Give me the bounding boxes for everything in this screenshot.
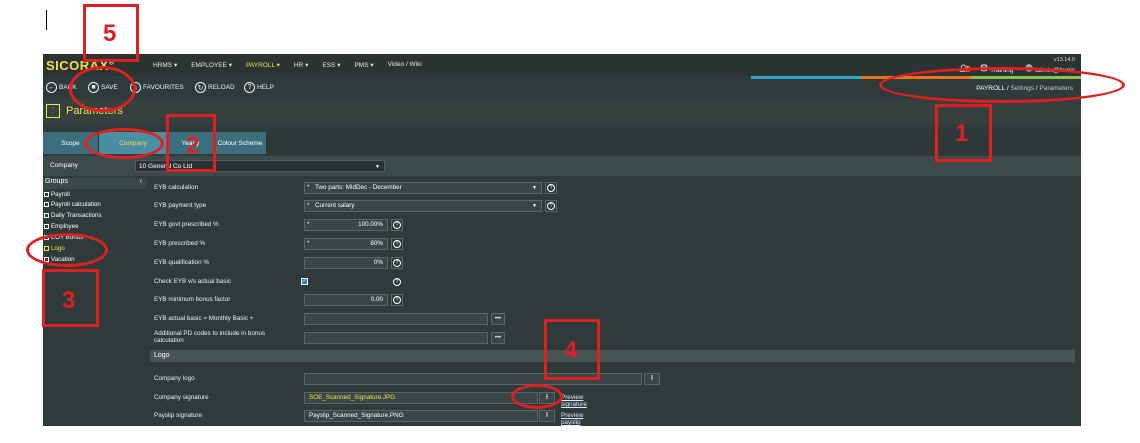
groups-heading: Groups ‹ [43,178,146,189]
nav-ess[interactable]: ESS ▾ [322,61,340,69]
collapse-icon[interactable]: ‹ [140,178,142,185]
square-icon [44,224,49,229]
annotation-ellipse-breadcrumb [879,67,1125,103]
annotation-number-5: 5 [103,20,117,47]
help-icon[interactable]: ? [391,257,403,269]
nav-pms[interactable]: PMS ▾ [354,61,373,69]
upload-icon[interactable]: ⭱ [644,373,660,385]
chevron-down-icon: ▼ [532,203,537,209]
group-item-employee[interactable]: Employee [44,223,79,230]
parameters-form: EYB calculation * Two parts: MidDec - Dec… [150,178,1075,426]
company-label: Company [50,162,78,169]
additional-pd-input[interactable] [304,332,488,344]
version-label: v13.14.0 [1053,57,1075,63]
sliders-icon: ⫶ [46,104,60,118]
square-icon [44,192,49,197]
annotation-number-2: 2 [186,132,200,159]
annotation-ellipse-save [69,66,136,112]
more-icon[interactable]: ••• [491,332,505,344]
square-icon [44,202,49,207]
reload-button[interactable]: ↻ RELOAD [195,82,235,93]
nav-hrms[interactable]: HRMS ▾ [153,61,177,69]
square-icon [44,213,49,218]
nav-video-wiki[interactable]: Video / Wiki [388,61,422,69]
eyb-govt-prescribed-input[interactable]: * 100.00% [304,219,388,231]
eyb-prescribed-input[interactable]: * 80% [304,238,388,250]
annotation-number-1: 1 [955,120,969,147]
reload-icon: ↻ [195,82,206,93]
help-icon[interactable]: ? [545,182,557,194]
nav-employee[interactable]: EMPLOYEE ▾ [191,61,232,69]
help-button[interactable]: ? HELP [244,82,274,93]
favourites-button[interactable]: ☆ FAVOURITES [130,82,184,93]
group-item-payroll-calculation[interactable]: Payroll calculation [44,201,101,208]
eyb-payment-type-select[interactable]: * Current salary ▼ [304,200,542,212]
help-icon: ? [244,82,255,93]
payslip-signature-field[interactable]: Payslip_Scanned_Signature.PNG [304,410,538,422]
chevron-down-icon: ▼ [532,185,537,191]
preview-signature-link[interactable]: Preview signature [561,394,587,408]
tab-colour-scheme[interactable]: Colour Scheme [214,132,266,154]
more-icon[interactable]: ••• [491,313,505,325]
eyb-calculation-select[interactable]: * Two parts: MidDec - December ▼ [304,182,542,194]
upload-icon[interactable]: ⭱ [539,410,555,422]
annotation-ellipse-upload [511,384,563,409]
logo-section-header: Logo [150,350,1075,362]
help-icon[interactable]: ? [391,219,403,231]
company-signature-field[interactable]: SOE_Scanned_Signature.JPG [304,392,538,404]
help-icon[interactable]: ? [545,200,557,212]
nav-hr[interactable]: HR ▾ [294,61,308,69]
group-item-payroll[interactable]: Payroll [44,191,70,198]
annotation-number-4: 4 [564,337,578,364]
annotation-ellipse-company-tab [84,128,164,159]
annotation-number-3: 3 [62,287,76,314]
check-eyb-checkbox[interactable]: ✓ [301,278,308,285]
help-icon[interactable]: ? [391,276,403,288]
annotation-ellipse-logo-group [26,233,108,267]
eyb-qualification-input[interactable]: 0% [304,257,388,269]
eyb-actual-basic-input[interactable] [304,313,488,325]
eyb-minimum-bonus-input[interactable]: 0.00 [304,294,388,306]
help-icon[interactable]: ? [391,238,403,250]
nav-payroll[interactable]: PAYROLL ▾ [246,61,280,69]
help-icon[interactable]: ? [391,294,403,306]
preview-payslip-signature-link[interactable]: Preview payslip signature [561,412,587,426]
group-item-daily-transactions[interactable]: Daily Transactions [44,212,102,219]
arrow-left-icon: ← [46,82,57,93]
chevron-down-icon: ▼ [375,164,380,170]
text-cursor [46,10,47,30]
main-menu: HRMS ▾ EMPLOYEE ▾ PAYROLL ▾ HR ▾ ESS ▾ P… [153,61,422,69]
